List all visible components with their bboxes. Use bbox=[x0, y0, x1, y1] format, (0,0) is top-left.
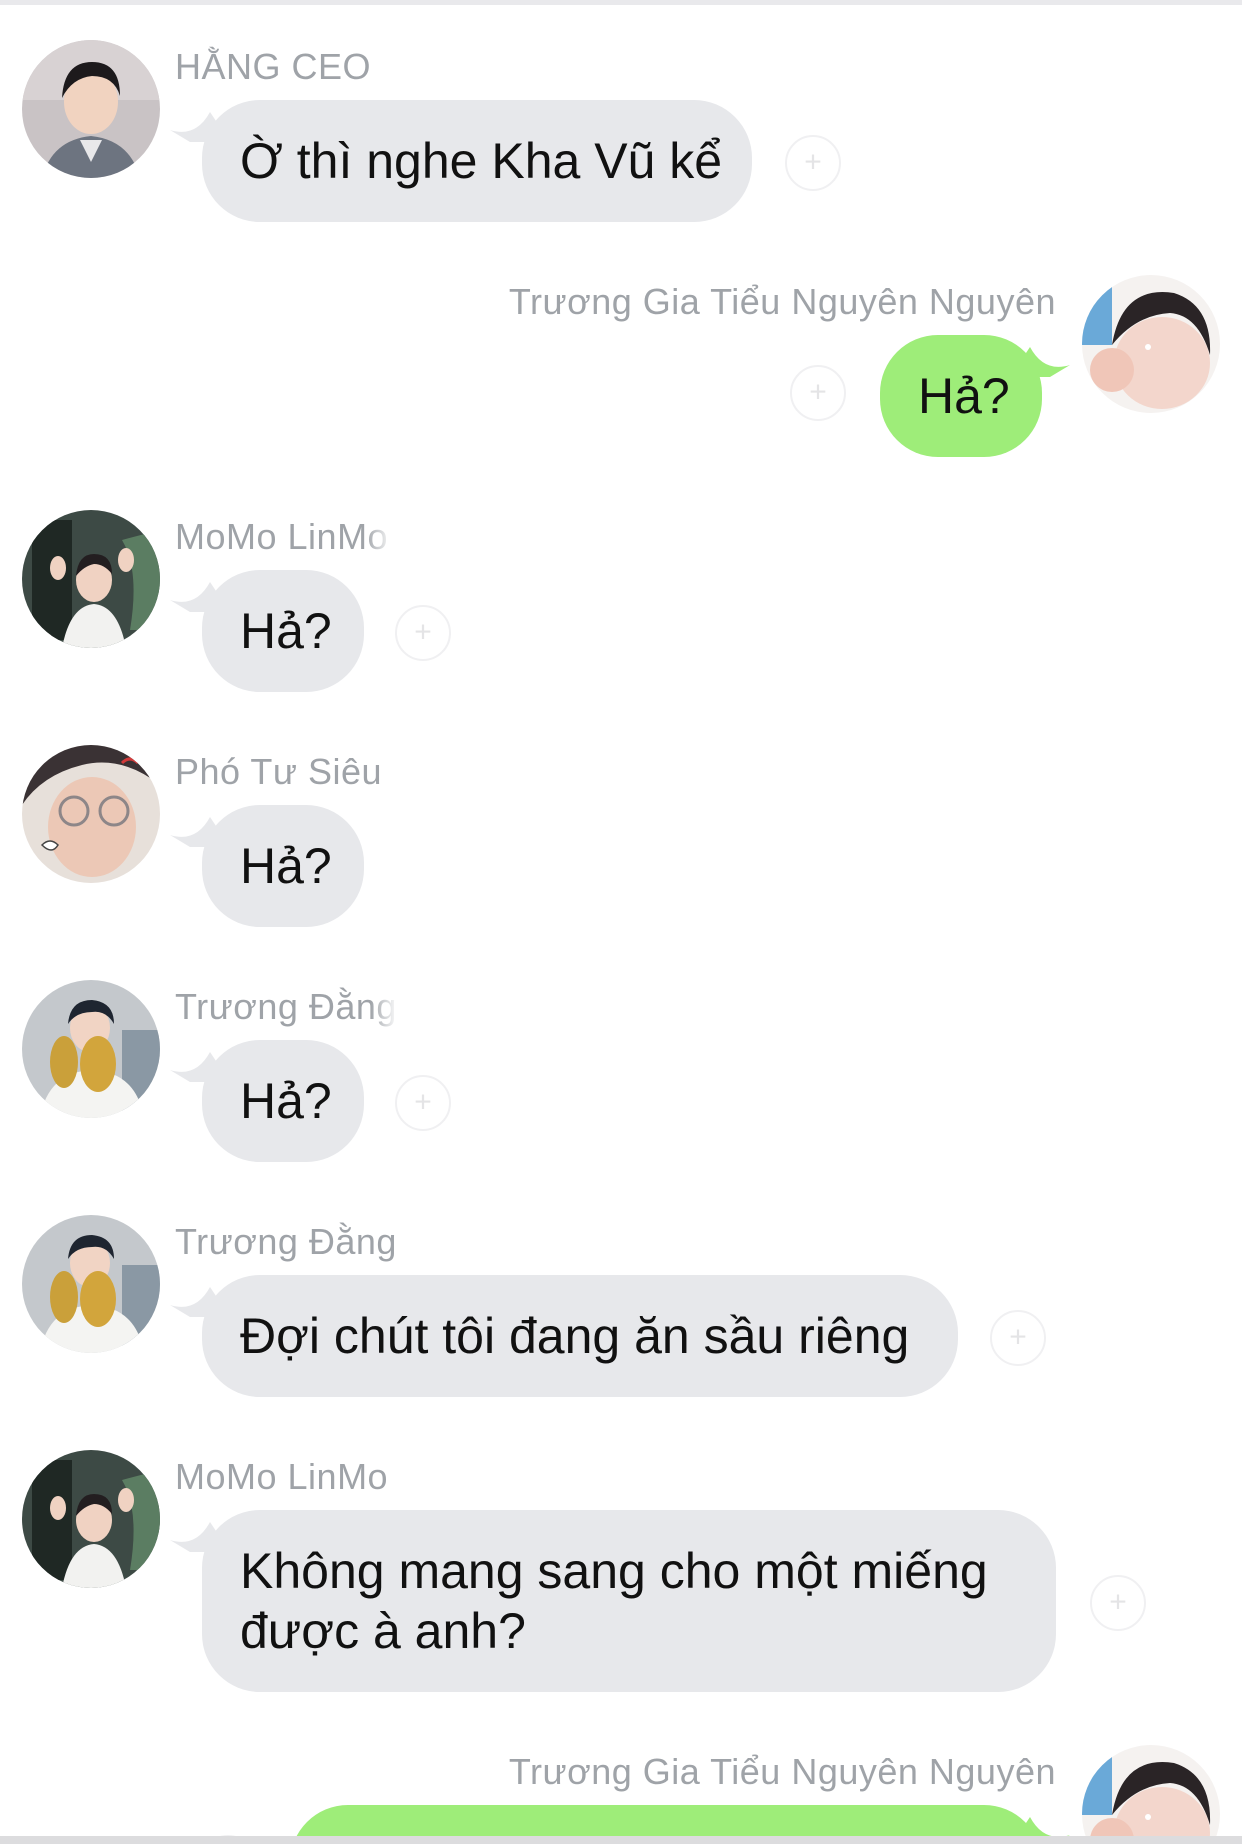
message-text: Hả? bbox=[918, 368, 1010, 424]
reaction-button[interactable]: + bbox=[1090, 1575, 1146, 1631]
bottom-edge bbox=[0, 1836, 1242, 1844]
reaction-button[interactable]: + bbox=[395, 1075, 451, 1131]
message-text-line: được à anh? bbox=[240, 1603, 526, 1659]
message-bubble[interactable]: Hả? bbox=[202, 805, 364, 927]
plus-icon: + bbox=[1009, 1320, 1027, 1354]
reaction-button[interactable]: + bbox=[785, 135, 841, 191]
avatar[interactable] bbox=[1082, 1745, 1220, 1844]
reaction-button[interactable]: + bbox=[395, 605, 451, 661]
avatar[interactable] bbox=[22, 1215, 160, 1353]
avatar[interactable] bbox=[22, 510, 160, 648]
portrait-wave-avatar bbox=[22, 510, 160, 648]
name-fade bbox=[365, 514, 405, 558]
message-bubble[interactable]: Đợi chút tôi đang ăn sầu riêng bbox=[202, 1275, 958, 1397]
message-row: HẰNG CEO Ờ thì nghe Kha Vũ kể + bbox=[0, 40, 1242, 230]
portrait-wave-avatar bbox=[22, 1450, 160, 1588]
message-row: Trương Gia Tiểu Nguyên Nguyên + bbox=[0, 1745, 1242, 1844]
message-text: Hả? bbox=[240, 838, 332, 894]
reaction-button[interactable]: + bbox=[990, 1310, 1046, 1366]
plus-icon: + bbox=[1109, 1585, 1127, 1619]
chat-message-list[interactable]: HẰNG CEO Ờ thì nghe Kha Vũ kể + Trương G… bbox=[0, 0, 1242, 1844]
name-fade bbox=[370, 984, 410, 1028]
message-text-line: Không mang sang cho một miếng bbox=[240, 1543, 988, 1599]
message-text: Hả? bbox=[240, 1073, 332, 1129]
message-row: Trương Đằng Hả? + bbox=[0, 980, 1242, 1170]
message-bubble[interactable]: Ờ thì nghe Kha Vũ kể bbox=[202, 100, 752, 222]
message-row: MoMo LinMo Hả? + bbox=[0, 510, 1242, 700]
message-row: Trương Đằng Đợi chút tôi đang ăn sầu riê… bbox=[0, 1215, 1242, 1405]
message-bubble[interactable]: Hả? bbox=[880, 335, 1042, 457]
message-text: Hả? bbox=[240, 603, 332, 659]
portrait-smile-avatar bbox=[1082, 1745, 1220, 1844]
plus-icon: + bbox=[414, 1085, 432, 1119]
message-row: Trương Gia Tiểu Nguyên Nguyên Hả? + bbox=[0, 275, 1242, 465]
plus-icon: + bbox=[809, 375, 827, 409]
sender-name: Trương Gia Tiểu Nguyên Nguyên bbox=[508, 1751, 1056, 1792]
plus-icon: + bbox=[804, 145, 822, 179]
avatar[interactable] bbox=[22, 40, 160, 178]
message-text: Đợi chút tôi đang ăn sầu riêng bbox=[240, 1308, 910, 1364]
message-bubble[interactable]: Hả? bbox=[202, 570, 364, 692]
message-row: MoMo LinMo Không mang sang cho một miếng… bbox=[0, 1450, 1242, 1700]
portrait-smile-avatar bbox=[1082, 275, 1220, 413]
portrait-suit-avatar bbox=[22, 40, 160, 178]
message-bubble[interactable]: Không mang sang cho một miếng được à anh… bbox=[202, 1510, 1056, 1692]
message-row: Phó Tư Siêu Hả? bbox=[0, 745, 1242, 935]
sender-name: Trương Gia Tiểu Nguyên Nguyên bbox=[508, 281, 1056, 322]
message-text: Ờ thì nghe Kha Vũ kể bbox=[240, 133, 723, 189]
avatar[interactable] bbox=[22, 980, 160, 1118]
plus-icon: + bbox=[414, 615, 432, 649]
portrait-glasses-avatar bbox=[22, 745, 160, 883]
avatar[interactable] bbox=[22, 1450, 160, 1588]
reaction-button[interactable]: + bbox=[790, 365, 846, 421]
avatar[interactable] bbox=[22, 745, 160, 883]
message-bubble[interactable]: Hả? bbox=[202, 1040, 364, 1162]
avatar[interactable] bbox=[1082, 275, 1220, 413]
portrait-durian-avatar bbox=[22, 980, 160, 1118]
portrait-durian-avatar bbox=[22, 1215, 160, 1353]
